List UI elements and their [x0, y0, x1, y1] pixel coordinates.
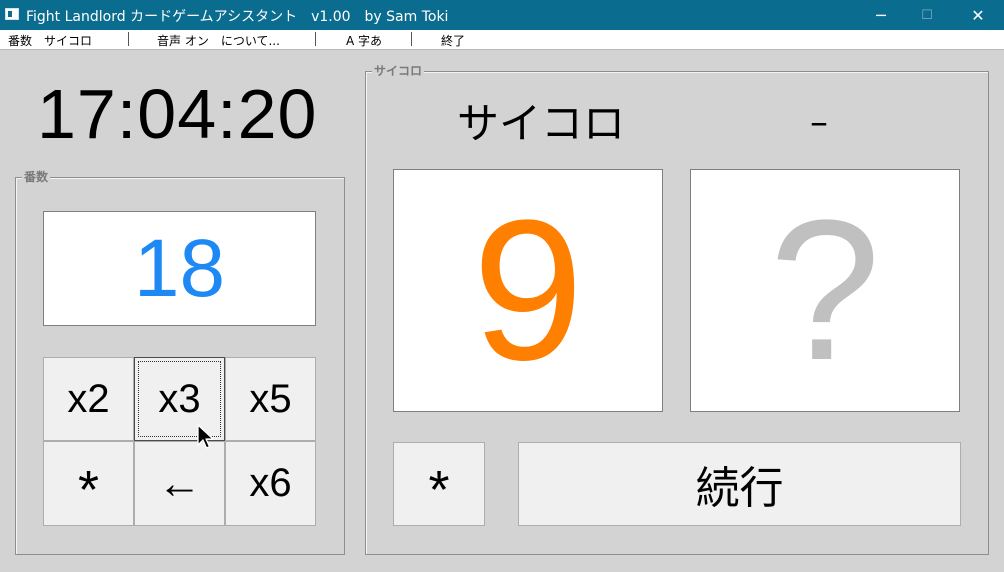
die-1-display: 9	[393, 169, 663, 412]
multiply-6-button[interactable]: x6	[225, 441, 316, 526]
title-bar: Fight Landlord カードゲームアシスタント v1.00 by Sam…	[0, 0, 1004, 30]
score-value: 18	[43, 211, 316, 326]
menu-bar: 番数 サイコロ 音声 オン について... A 字あ 終了	[0, 30, 1004, 50]
die-2-display: ?	[690, 169, 960, 412]
star-button[interactable]: *	[43, 441, 134, 526]
minimize-icon: ─	[876, 5, 886, 25]
maximize-icon: ☐	[921, 7, 933, 23]
multiply-2-button[interactable]: x2	[43, 357, 134, 441]
menu-separator	[411, 32, 412, 46]
multiply-5-button[interactable]: x5	[225, 357, 316, 441]
app-icon[interactable]	[5, 8, 19, 20]
menu-item-score-dice[interactable]: 番数 サイコロ	[8, 32, 92, 49]
minimize-button[interactable]: ─	[858, 0, 904, 30]
backspace-button[interactable]: ←	[134, 441, 225, 526]
menu-item-sound-about[interactable]: 音声 オン について...	[157, 32, 280, 49]
dice-header-label: サイコロ	[457, 99, 626, 148]
menu-separator	[128, 32, 129, 46]
dice-star-button[interactable]: *	[393, 442, 485, 526]
clock-display: 17:04:20	[37, 75, 318, 153]
continue-button[interactable]: 続行	[518, 442, 961, 526]
dice-header-dash: –	[810, 102, 828, 143]
close-button[interactable]: ✕	[955, 0, 1001, 30]
dice-group-label: サイコロ	[372, 63, 425, 79]
window-title: Fight Landlord カードゲームアシスタント v1.00 by Sam…	[26, 9, 449, 25]
menu-separator	[315, 32, 316, 46]
menu-item-exit[interactable]: 終了	[441, 32, 465, 49]
score-group-label: 番数	[22, 169, 51, 185]
mouse-cursor-icon	[197, 424, 214, 449]
menu-item-font[interactable]: A 字あ	[346, 32, 382, 49]
maximize-button: ☐	[904, 0, 950, 30]
close-icon: ✕	[971, 5, 985, 25]
